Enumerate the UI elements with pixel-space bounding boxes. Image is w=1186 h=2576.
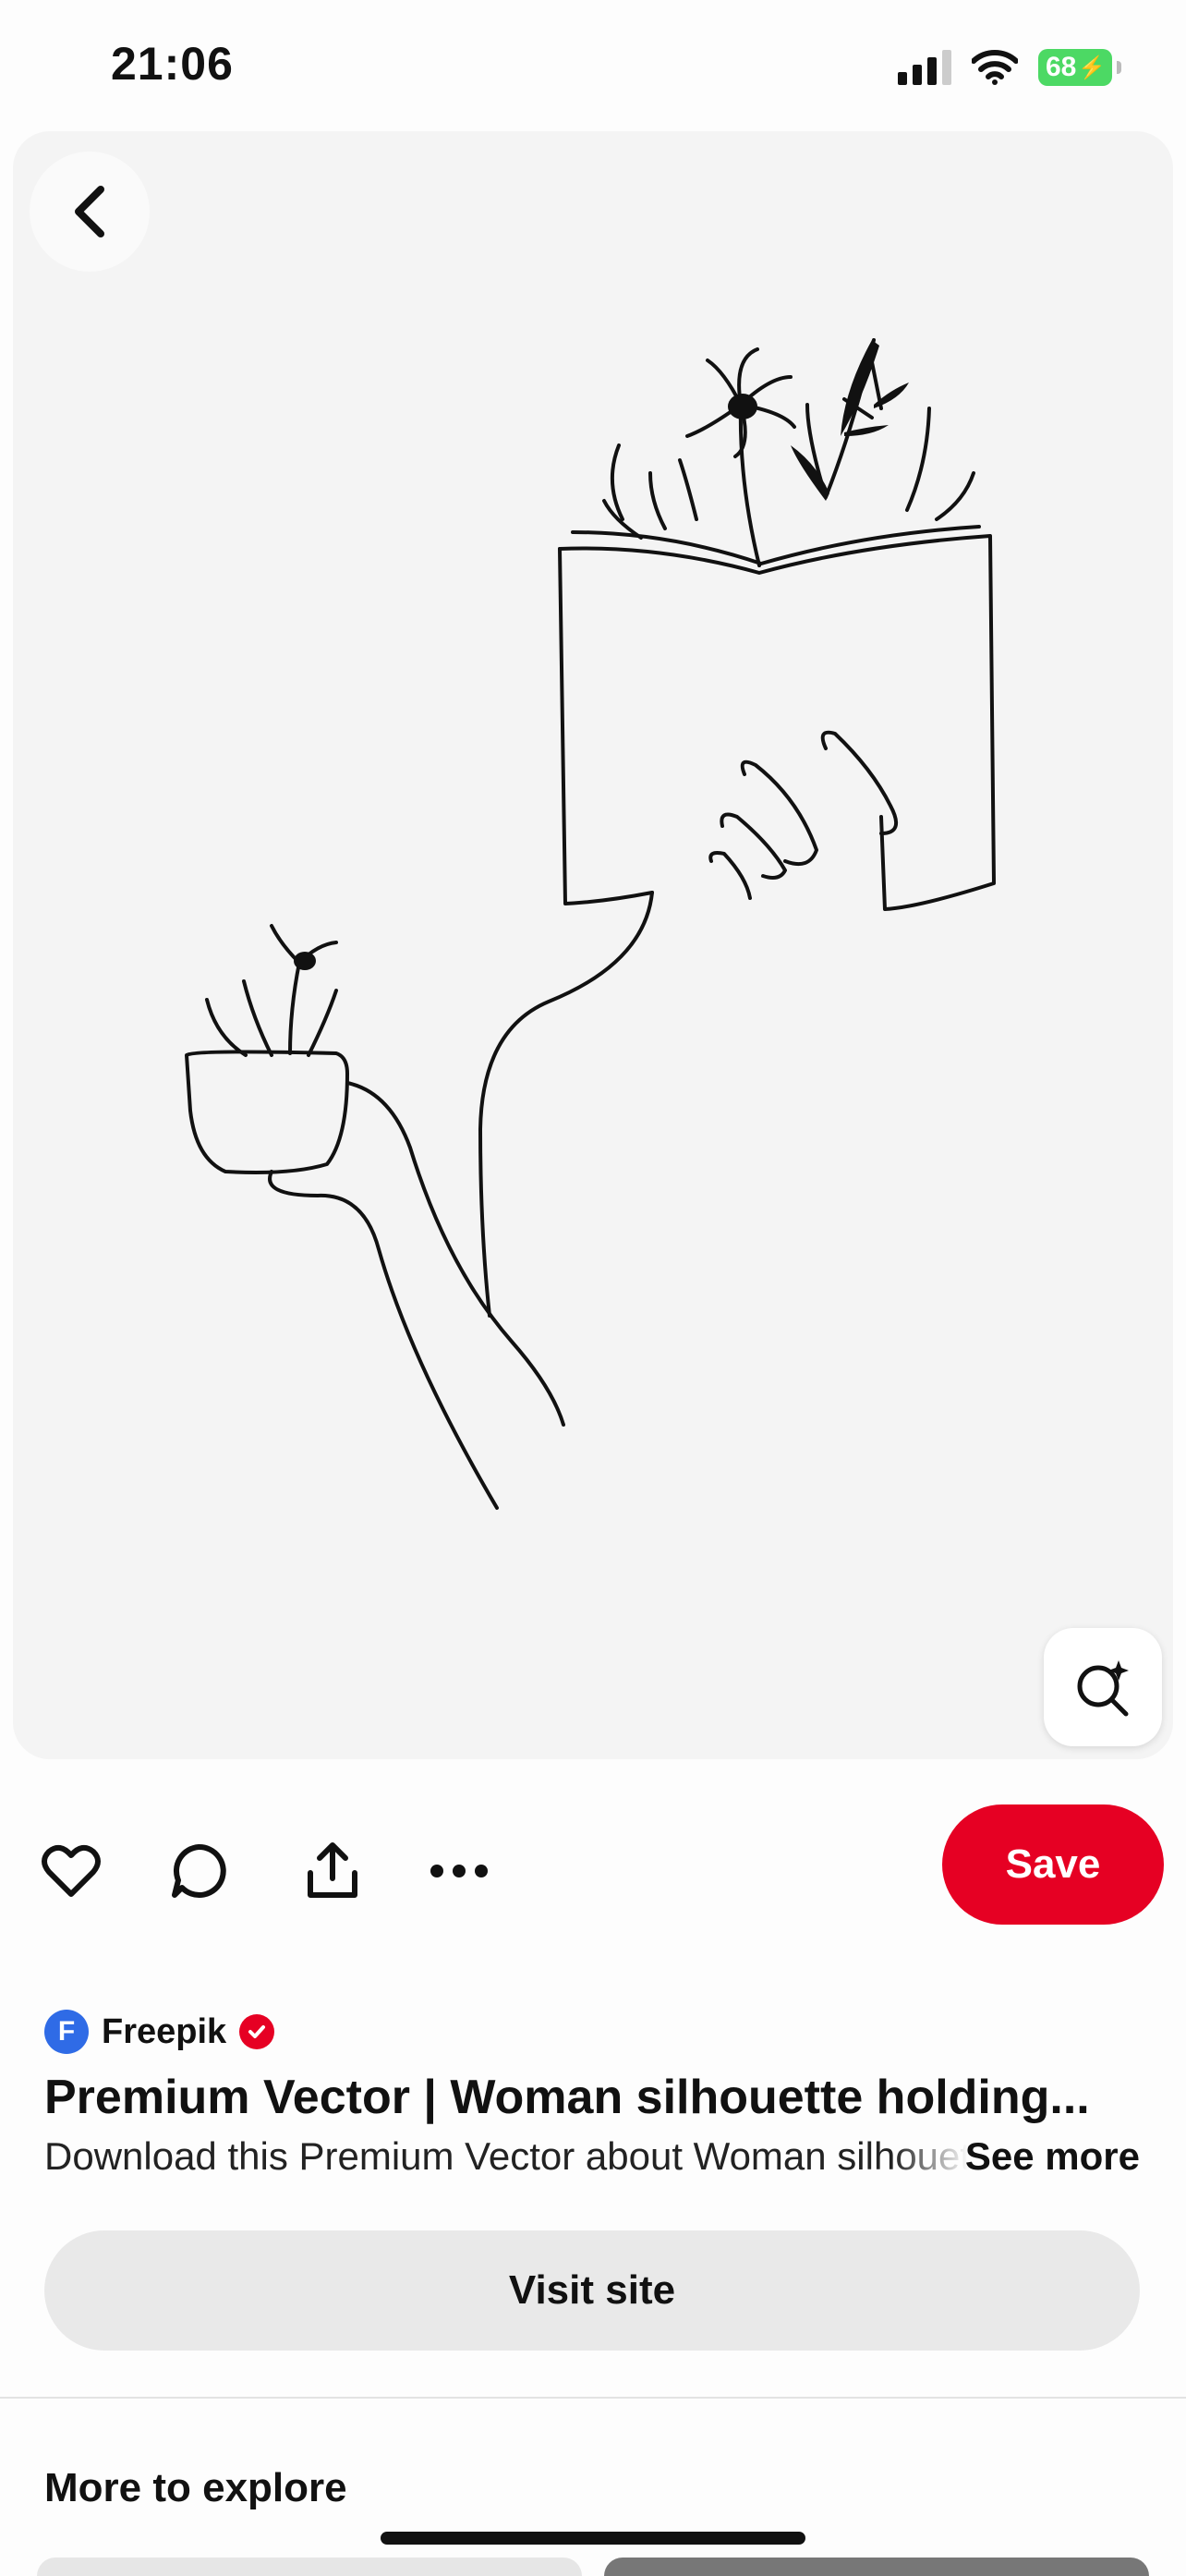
visual-search-icon <box>1077 1660 1129 1717</box>
source-name[interactable]: Freepik <box>102 2012 226 2052</box>
save-button[interactable]: Save <box>942 1804 1164 1925</box>
status-time: 21:06 <box>111 38 234 90</box>
heart-icon[interactable] <box>39 1839 103 1903</box>
battery-charging-icon: 68 ⚡ <box>1038 49 1121 86</box>
visit-site-button[interactable]: Visit site <box>44 2230 1140 2351</box>
back-icon <box>75 186 104 237</box>
source-logo: F <box>44 2010 89 2054</box>
share-icon[interactable] <box>300 1839 365 1903</box>
pin-description-row: Download this Premium Vector about Woman… <box>44 2134 1140 2190</box>
battery-level: 68 <box>1046 52 1077 82</box>
pin-description: Download this Premium Vector about Woman… <box>44 2134 968 2178</box>
comment-icon[interactable] <box>166 1839 231 1903</box>
more-icon[interactable] <box>427 1839 491 1903</box>
see-more-link[interactable]: See more <box>965 2134 1140 2179</box>
pin-image[interactable] <box>13 131 1173 1759</box>
source-attribution[interactable]: F Freepik <box>44 2009 275 2055</box>
status-icons: 68 ⚡ <box>898 44 1121 91</box>
back-button[interactable] <box>30 152 150 272</box>
explore-card-peek[interactable] <box>604 2558 1149 2576</box>
home-indicator <box>381 2532 805 2545</box>
wifi-icon <box>972 50 1018 85</box>
visual-search-button[interactable] <box>1044 1628 1162 1746</box>
more-to-explore-heading: More to explore <box>44 2465 347 2510</box>
status-bar: 21:06 68 ⚡ <box>0 0 1186 129</box>
signal-icon <box>898 50 951 85</box>
explore-card-peek[interactable] <box>37 2558 582 2576</box>
pin-illustration <box>185 338 996 1510</box>
pin-title: Premium Vector | Woman silhouette holdin… <box>44 2071 1090 2124</box>
verified-icon <box>239 2014 275 2049</box>
source-logo-letter: F <box>57 2016 76 2047</box>
divider <box>0 2397 1186 2399</box>
